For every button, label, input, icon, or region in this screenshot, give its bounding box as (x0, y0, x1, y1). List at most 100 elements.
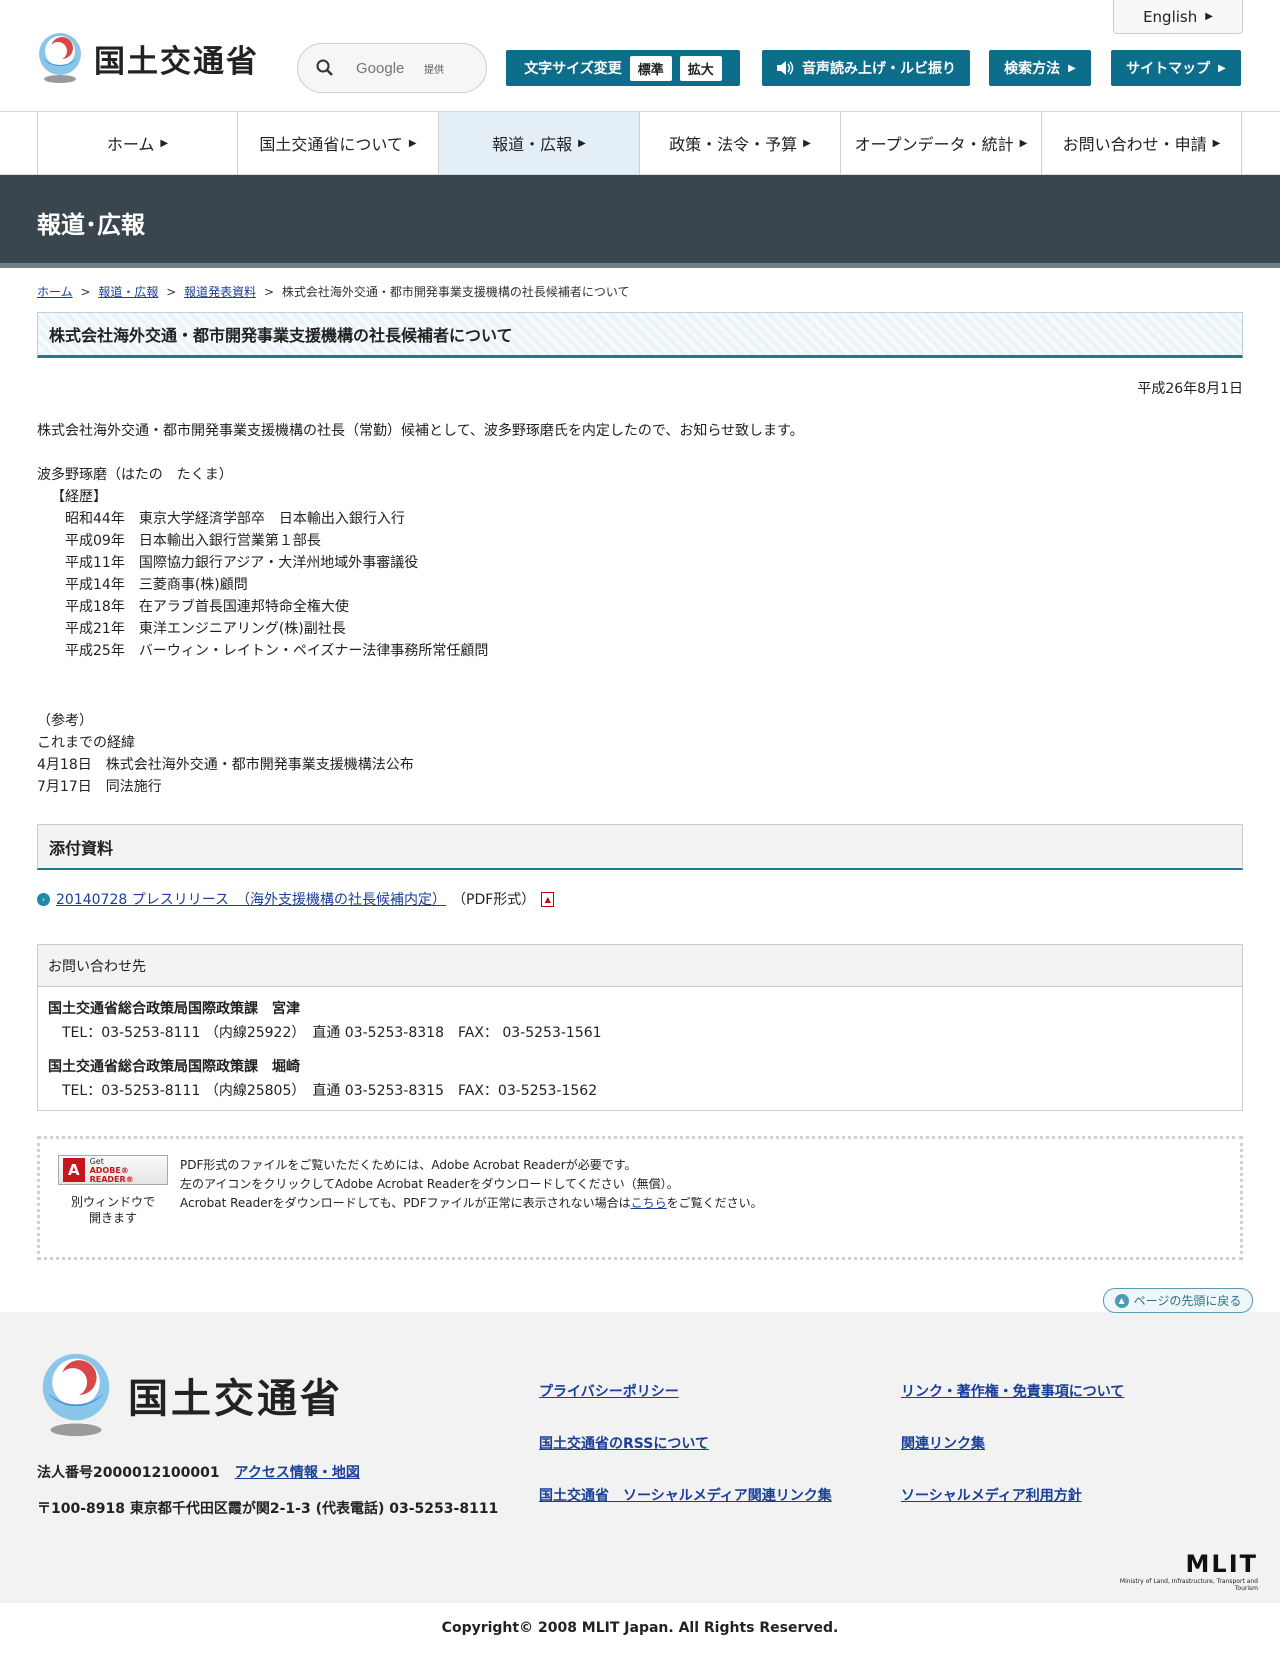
nav-item-label: オープンデータ・統計 (854, 135, 1014, 154)
breadcrumb-home[interactable]: ホーム (37, 285, 73, 299)
font-size-label: 文字サイズ変更 (524, 61, 622, 77)
rss-link[interactable]: 国土交通省のRSSについて (539, 1433, 709, 1453)
pdf-note-text-part: Acrobat Readerをダウンロードしても、PDFファイルが正常に表示され… (180, 1196, 631, 1210)
nav-item-opendata[interactable]: オープンデータ・統計 ▶ (840, 112, 1041, 174)
nav-item-about[interactable]: 国土交通省について ▶ (237, 112, 438, 174)
adobe-reader-download-button[interactable]: A Get ADOBE® READER® (58, 1155, 168, 1185)
badge-get: Get (89, 1156, 104, 1166)
mlit-subtitle: Ministry of Land, Infrastructure, Transp… (1119, 1578, 1258, 1592)
breadcrumb-separator: > (263, 285, 274, 299)
article-intro: 株式会社海外交通・都市開発事業支援機構の社長（常勤）候補として、波多野琢磨氏を内… (37, 423, 804, 439)
career-item: 平成09年 日本輸出入銀行営業第１部長 (65, 533, 321, 549)
reference-section: （参考） これまでの経緯 4月18日 株式会社海外交通・都市開発事業支援機構法公… (37, 710, 414, 798)
reference-title: これまでの経緯 (37, 735, 135, 751)
triangle-right-icon: ▶ (1212, 137, 1221, 149)
social-media-policy-link[interactable]: ソーシャルメディア利用方針 (901, 1485, 1082, 1505)
pdf-note-text-part: をご覧ください。 (666, 1196, 763, 1210)
english-link[interactable]: English ▶ (1113, 0, 1243, 34)
triangle-right-icon: ▶ (160, 137, 169, 149)
search-input[interactable] (356, 59, 466, 77)
reference-item: 4月18日 株式会社海外交通・都市開発事業支援機構法公布 (37, 757, 414, 773)
contact-org: 国土交通省総合政策局国際政策課 堀崎 (48, 1059, 300, 1075)
english-label: English (1143, 7, 1198, 26)
triangle-right-icon: ▶ (1019, 137, 1028, 149)
triangle-right-icon: ▶ (803, 137, 811, 149)
mlit-emblem-icon (42, 1353, 110, 1437)
contact-tel: TEL：03-5253-8111 （内線25805） 直通 03-5253-83… (62, 1083, 598, 1099)
footer-logo[interactable]: 国土交通省 (38, 1352, 343, 1438)
back-to-top-button[interactable]: ▲ ページの先頭に戻る (1103, 1288, 1253, 1313)
contact-org: 国土交通省総合政策局国際政策課 宮津 (48, 1001, 300, 1017)
help-link[interactable]: こちら (631, 1196, 667, 1210)
corporate-number: 法人番号2000012100001 (37, 1465, 220, 1481)
attachment-item: › 20140728 プレスリリース （海外支援機構の社長候補内定） （PDF形… (37, 889, 555, 909)
career-item: 昭和44年 東京大学経済学部卒 日本輸出入銀行入行 (65, 511, 405, 527)
font-standard-button[interactable]: 標準 (629, 55, 672, 81)
nav-item-label: 国土交通省について (259, 135, 403, 154)
career-label: 【経歴】 (51, 489, 107, 505)
publish-date: 平成26年8月1日 (1137, 381, 1243, 397)
audio-ruby-button[interactable]: 音声読み上げ・ルビ振り (762, 50, 970, 86)
nav-item-home[interactable]: ホーム ▶ (37, 112, 237, 174)
breadcrumb-separator: > (166, 285, 177, 299)
pdf-note-line: Acrobat Readerをダウンロードしても、PDFファイルが正常に表示され… (180, 1194, 763, 1213)
sitemap-button[interactable]: サイトマップ ▶ (1111, 50, 1241, 86)
social-media-links-link[interactable]: 国土交通省 ソーシャルメディア関連リンク集 (539, 1485, 832, 1505)
reference-item: 7月17日 同法施行 (37, 779, 162, 795)
category-title: 報道･広報 (37, 211, 145, 239)
article-title-box: 株式会社海外交通・都市開発事業支援機構の社長候補者について (37, 312, 1243, 358)
logo-text: 国土交通省 (94, 43, 259, 80)
career-item: 平成25年 バーウィン・レイトン・ペイズナー法律事務所常任顧問 (65, 643, 489, 659)
footer-logo-text: 国土交通省 (128, 1376, 343, 1422)
nav-item-contact[interactable]: お問い合わせ・申請 ▶ (1041, 112, 1242, 174)
mlit-wordmark: MLIT Ministry of Land, Infrastructure, T… (1100, 1550, 1258, 1592)
nav-item-policy[interactable]: 政策・法令・予算 ▶ (639, 112, 840, 174)
triangle-right-icon: ▶ (1218, 62, 1226, 74)
back-to-top-label: ページの先頭に戻る (1133, 1294, 1242, 1308)
search-powered-label: 提供 (424, 64, 444, 76)
corporate-number-row: 法人番号2000012100001 アクセス情報・地図 (37, 1462, 360, 1482)
new-window-line: 開きます (88, 1211, 137, 1225)
contact-tel: TEL：03-5253-8111 （内線25922） 直通 03-5253-83… (62, 1025, 602, 1041)
nav-item-label: ホーム (106, 135, 155, 154)
attachment-format: （PDF形式） (452, 892, 536, 908)
search-method-label: 検索方法 (1004, 61, 1061, 77)
adobe-logo-icon: A (63, 1158, 85, 1182)
access-link[interactable]: アクセス情報・地図 (235, 1465, 360, 1481)
triangle-right-icon: ▶ (578, 137, 586, 149)
speaker-icon (777, 61, 794, 75)
search-box[interactable]: 提供 (297, 43, 487, 93)
breadcrumb-separator: > (80, 285, 91, 299)
career-item: 平成11年 国際協力銀行アジア・大洋州地域外事審議役 (65, 555, 419, 571)
breadcrumb: ホーム > 報道・広報 > 報道発表資料 > 株式会社海外交通・都市開発事業支援… (37, 283, 633, 300)
pdf-icon: ▲ (541, 891, 555, 907)
candidate-profile: 波多野琢磨（はたの たくま） 【経歴】 昭和44年 東京大学経済学部卒 日本輸出… (37, 464, 488, 662)
site-logo[interactable]: 国土交通省 (36, 32, 259, 84)
site-footer: 国土交通省 法人番号2000012100001 アクセス情報・地図 〒100-8… (0, 1312, 1280, 1603)
breadcrumb-current: 株式会社海外交通・都市開発事業支援機構の社長候補者について (281, 285, 630, 299)
privacy-policy-link[interactable]: プライバシーポリシー (539, 1381, 679, 1401)
nav-item-label: 報道・広報 (492, 135, 573, 154)
triangle-right-icon: ▶ (408, 137, 417, 149)
related-links-link[interactable]: 関連リンク集 (901, 1433, 985, 1453)
copyright: Copyright© 2008 MLIT Japan. All Rights R… (0, 1603, 1280, 1653)
badge-name: ADOBE® READER® (89, 1165, 134, 1184)
category-banner: 報道･広報 (0, 175, 1280, 267)
nav-item-press[interactable]: 報道・広報 ▶ (438, 112, 639, 174)
copyright-disclaimer-link[interactable]: リンク・著作権・免責事項について (901, 1381, 1124, 1401)
search-icon[interactable] (316, 59, 334, 77)
search-method-button[interactable]: 検索方法 ▶ (989, 50, 1091, 86)
banner-divider (0, 263, 1280, 268)
pdf-note-line: 左のアイコンをクリックしてAdobe Acrobat Readerをダウンロード… (180, 1177, 679, 1191)
font-large-button[interactable]: 拡大 (679, 55, 722, 81)
reference-label: （参考） (37, 713, 93, 729)
breadcrumb-releases[interactable]: 報道発表資料 (184, 285, 256, 299)
triangle-right-icon: ▶ (1205, 11, 1213, 22)
mlit-logo-text: MLIT (1185, 1550, 1258, 1578)
global-nav: ホーム ▶ 国土交通省について ▶ 報道・広報 ▶ 政策・法令・予算 ▶ オープンデータ… (0, 112, 1280, 175)
breadcrumb-press[interactable]: 報道・広報 (98, 285, 158, 299)
attachment-link[interactable]: 20140728 プレスリリース （海外支援機構の社長候補内定） (56, 889, 446, 909)
new-window-note: 別ウィンドウで 開きます (58, 1194, 168, 1226)
career-item: 平成18年 在アラブ首長国連邦特命全権大使 (65, 599, 349, 615)
footer-address: 〒100-8918 東京都千代田区霞が関2-1-3 (代表電話) 03-5253… (37, 1501, 499, 1517)
